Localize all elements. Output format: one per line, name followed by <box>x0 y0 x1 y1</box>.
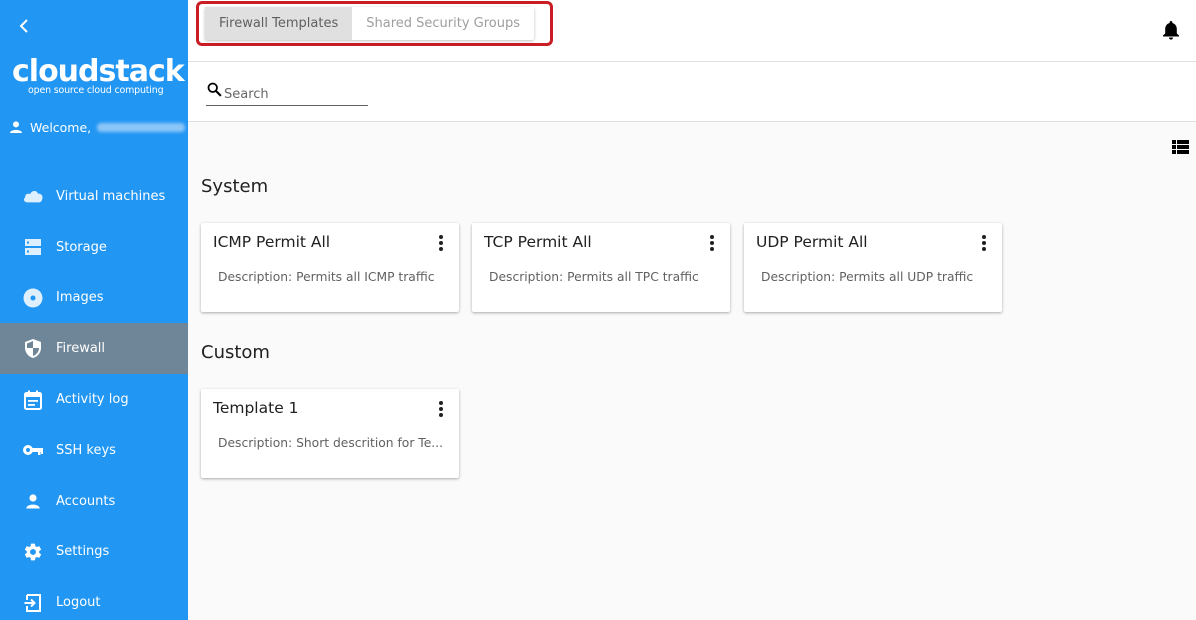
sidebar-item-firewall[interactable]: Firewall <box>0 323 188 375</box>
cloudstack-logo: cloudstack open source cloud computing <box>12 54 185 96</box>
search-icon <box>207 82 222 97</box>
card-title: ICMP Permit All <box>213 233 331 251</box>
person-icon <box>22 490 44 512</box>
sidebar-item-label: Activity log <box>56 392 129 408</box>
template-card[interactable]: Template 1 Description: Short descrition… <box>201 389 459 478</box>
more-vert-icon <box>982 235 986 239</box>
sidebar-item-logout[interactable]: Logout <box>0 577 188 620</box>
shield-icon <box>22 338 44 360</box>
sidebar-item-virtual-machines[interactable]: Virtual machines <box>0 171 188 222</box>
redacted-username <box>97 122 186 132</box>
card-menu-button[interactable] <box>435 400 447 418</box>
sidebar: cloudstack open source cloud computing W… <box>0 0 188 620</box>
sidebar-item-label: Storage <box>56 239 107 255</box>
more-vert-icon <box>439 235 443 239</box>
card-title: Template 1 <box>213 399 299 417</box>
search-field <box>206 80 368 106</box>
tab-shared-security-groups[interactable]: Shared Security Groups <box>352 7 534 40</box>
list-view-toggle[interactable] <box>1172 139 1190 155</box>
more-vert-icon <box>439 401 443 405</box>
card-description: Description: Permits all UDP traffic <box>761 270 974 284</box>
card-title: UDP Permit All <box>756 233 868 251</box>
sidebar-item-label: Settings <box>56 544 110 560</box>
card-menu-button[interactable] <box>978 234 990 252</box>
welcome-user: Welcome, <box>8 119 186 135</box>
card-menu-button[interactable] <box>706 234 718 252</box>
sidebar-item-label: Accounts <box>56 493 116 509</box>
template-card[interactable]: ICMP Permit All Description: Permits all… <box>201 223 459 312</box>
view-list-icon <box>1172 140 1189 154</box>
template-card[interactable]: UDP Permit All Description: Permits all … <box>744 223 1002 312</box>
template-card[interactable]: TCP Permit All Description: Permits all … <box>472 223 730 312</box>
notifications-button[interactable] <box>1162 20 1182 40</box>
section-title-custom: Custom <box>201 342 270 363</box>
disc-icon <box>22 287 44 309</box>
card-menu-button[interactable] <box>435 234 447 252</box>
sidebar-item-images[interactable]: Images <box>0 273 188 324</box>
card-description: Description: Short descrition for Te... <box>218 436 444 450</box>
search-bar <box>188 62 1196 122</box>
section-title-system: System <box>201 176 269 197</box>
gear-icon <box>22 541 44 563</box>
main-content: System ICMP Permit All Description: Perm… <box>188 122 1196 620</box>
card-title: TCP Permit All <box>484 233 592 251</box>
logout-icon <box>22 592 44 614</box>
storage-icon <box>22 236 44 258</box>
sidebar-item-accounts[interactable]: Accounts <box>0 476 188 527</box>
sidebar-item-activity-log[interactable]: Activity log <box>0 374 188 425</box>
tab-group: Firewall Templates Shared Security Group… <box>205 7 535 40</box>
collapse-sidebar-button[interactable] <box>14 16 34 36</box>
more-vert-icon <box>710 235 714 239</box>
cloud-icon <box>22 185 44 207</box>
sidebar-item-label: Firewall <box>56 341 106 357</box>
sidebar-item-label: SSH keys <box>56 442 116 458</box>
sidebar-item-label: Virtual machines <box>56 188 166 204</box>
calendar-icon <box>22 389 44 411</box>
chevron-left-icon <box>19 19 28 33</box>
card-description: Description: Permits all ICMP traffic <box>218 270 435 284</box>
person-icon <box>10 121 22 133</box>
tab-firewall-templates[interactable]: Firewall Templates <box>205 7 353 40</box>
bell-icon <box>1163 21 1179 40</box>
card-description: Description: Permits all TPC traffic <box>489 270 699 284</box>
sidebar-item-storage[interactable]: Storage <box>0 222 188 273</box>
logo-name: cloudstack <box>12 54 185 89</box>
key-icon <box>22 439 44 461</box>
sidebar-item-ssh-keys[interactable]: SSH keys <box>0 425 188 476</box>
search-input[interactable] <box>224 85 364 103</box>
sidebar-item-label: Logout <box>56 595 101 611</box>
sidebar-item-settings[interactable]: Settings <box>0 527 188 578</box>
logo-tagline: open source cloud computing <box>28 85 164 96</box>
sidebar-nav: Virtual machines Storage Images Firewall… <box>0 171 188 620</box>
top-bar: Firewall Templates Shared Security Group… <box>188 0 1196 62</box>
sidebar-item-label: Images <box>56 290 104 306</box>
welcome-label: Welcome, <box>30 119 92 135</box>
